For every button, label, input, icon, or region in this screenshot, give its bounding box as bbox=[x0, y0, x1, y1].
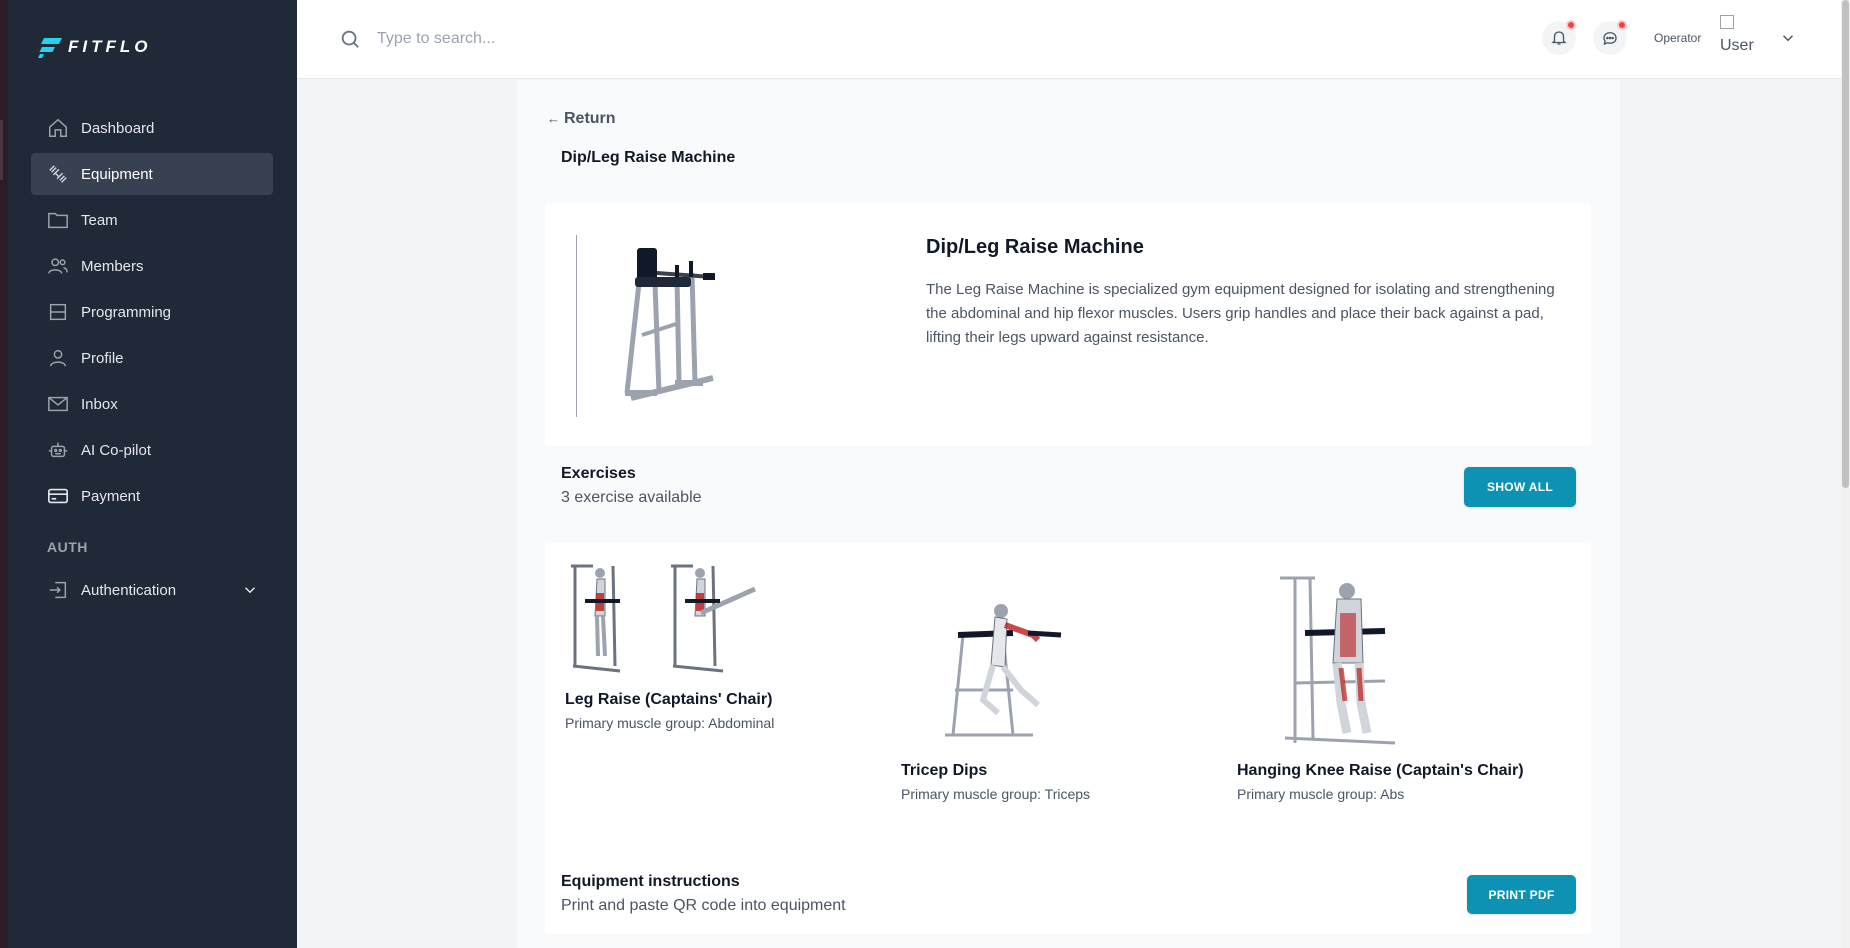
messages-button[interactable] bbox=[1593, 20, 1627, 55]
chevron-down-icon[interactable] bbox=[1779, 29, 1797, 47]
sidebar-item-label: Authentication bbox=[81, 581, 177, 599]
sidebar-item-payment[interactable]: Payment bbox=[31, 475, 273, 517]
sidebar-item-label: Inbox bbox=[81, 395, 118, 413]
credit-card-icon bbox=[48, 488, 68, 504]
sidebar-item-programming[interactable]: Programming bbox=[31, 291, 273, 333]
operator-label: Operator bbox=[1654, 31, 1702, 45]
return-label: Return bbox=[564, 110, 616, 127]
exercise-card[interactable]: Tricep Dips Primary muscle group: Tricep… bbox=[901, 595, 1090, 802]
chat-icon bbox=[1603, 32, 1617, 46]
logo-icon bbox=[38, 38, 62, 58]
exercise-image bbox=[571, 564, 757, 673]
sidebar-nav: Dashboard Equipment Team Members Program… bbox=[31, 107, 273, 615]
sidebar-item-label: Equipment bbox=[81, 165, 153, 183]
instructions-heading: Equipment instructions bbox=[561, 873, 740, 890]
sidebar-item-label: Members bbox=[81, 257, 144, 275]
exercises-heading: Exercises bbox=[561, 465, 636, 482]
arrow-left-icon: ← bbox=[547, 111, 560, 126]
return-link[interactable]: ← Return bbox=[547, 110, 616, 128]
edge-mark bbox=[0, 120, 3, 180]
sidebar-item-label: Dashboard bbox=[81, 119, 155, 137]
sidebar-item-members[interactable]: Members bbox=[31, 245, 273, 287]
sidebar-item-equipment[interactable]: Equipment bbox=[31, 153, 273, 195]
equipment-image bbox=[624, 248, 715, 401]
user-icon bbox=[49, 349, 67, 367]
exercise-card[interactable]: Hanging Knee Raise (Captain's Chair) Pri… bbox=[1237, 573, 1524, 802]
layout-icon bbox=[49, 303, 67, 321]
sidebar-item-dashboard[interactable]: Dashboard bbox=[31, 107, 273, 149]
chevron-down-icon bbox=[244, 587, 256, 594]
exercise-name: Hanging Knee Raise (Captain's Chair) bbox=[1237, 762, 1524, 779]
broken-image-icon bbox=[1720, 15, 1734, 29]
notifications-button[interactable] bbox=[1542, 20, 1576, 55]
page-title: Dip/Leg Raise Machine bbox=[561, 149, 736, 166]
logo[interactable]: FITFLO bbox=[38, 36, 151, 58]
exercise-name: Tricep Dips bbox=[901, 762, 988, 779]
avatar[interactable]: User bbox=[1720, 15, 1760, 55]
equipment-name: Dip/Leg Raise Machine bbox=[926, 236, 1144, 258]
sidebar-item-label: AI Co-pilot bbox=[81, 441, 152, 459]
exercise-card[interactable]: Leg Raise (Captains' Chair) Primary musc… bbox=[565, 561, 774, 731]
users-icon bbox=[48, 258, 68, 274]
window-edge bbox=[0, 0, 8, 948]
equipment-image-frame bbox=[576, 235, 746, 417]
sidebar-item-label: Team bbox=[81, 211, 118, 229]
show-all-button[interactable]: SHOW ALL bbox=[1464, 467, 1576, 507]
sign-in-icon bbox=[49, 581, 67, 599]
sidebar: FITFLO Dashboard Equipment Team Members … bbox=[8, 0, 297, 948]
search-icon bbox=[341, 30, 359, 48]
sidebar-item-authentication[interactable]: Authentication bbox=[31, 569, 273, 611]
instructions-sub: Print and paste QR code into equipment bbox=[561, 897, 846, 914]
search-input[interactable] bbox=[377, 24, 977, 54]
sidebar-item-label: Programming bbox=[81, 303, 172, 321]
mail-icon bbox=[48, 396, 68, 412]
print-pdf-button[interactable]: PRINT PDF bbox=[1467, 875, 1576, 914]
topbar: Operator User bbox=[297, 0, 1841, 79]
equipment-description: The Leg Raise Machine is specialized gym… bbox=[926, 281, 1555, 346]
sidebar-item-inbox[interactable]: Inbox bbox=[31, 383, 273, 425]
main-content: ← Return Dip/Leg Raise Machine Dip/Leg Ra… bbox=[517, 80, 1620, 948]
sidebar-item-team[interactable]: Team bbox=[31, 199, 273, 241]
exercise-image bbox=[1280, 576, 1396, 745]
sidebar-item-profile[interactable]: Profile bbox=[31, 337, 273, 379]
sidebar-item-ai-copilot[interactable]: AI Co-pilot bbox=[31, 429, 273, 471]
sidebar-item-label: Profile bbox=[81, 349, 124, 367]
exercise-muscle-group: Primary muscle group: Abdominal bbox=[565, 715, 775, 731]
sidebar-section-auth: AUTH bbox=[47, 539, 88, 555]
notification-badge bbox=[1566, 20, 1576, 30]
home-icon bbox=[49, 118, 67, 137]
avatar-alt-text: User bbox=[1720, 37, 1754, 54]
equipment-card: Dip/Leg Raise Machine The Leg Raise Mach… bbox=[545, 203, 1591, 446]
message-badge bbox=[1617, 20, 1627, 30]
sidebar-item-label: Payment bbox=[81, 487, 141, 505]
scrollbar-thumb[interactable] bbox=[1842, 0, 1849, 488]
exercise-muscle-group: Primary muscle group: Triceps bbox=[901, 786, 1091, 802]
robot-icon bbox=[48, 442, 68, 458]
exercises-count: 3 exercise available bbox=[561, 489, 702, 506]
dumbbell-icon bbox=[49, 165, 67, 183]
exercise-name: Leg Raise (Captains' Chair) bbox=[565, 691, 773, 708]
bell-icon bbox=[1551, 31, 1567, 45]
logo-text: FITFLO bbox=[68, 37, 152, 56]
folder-icon bbox=[48, 212, 68, 229]
exercise-muscle-group: Primary muscle group: Abs bbox=[1237, 786, 1405, 802]
exercise-image bbox=[945, 604, 1062, 737]
